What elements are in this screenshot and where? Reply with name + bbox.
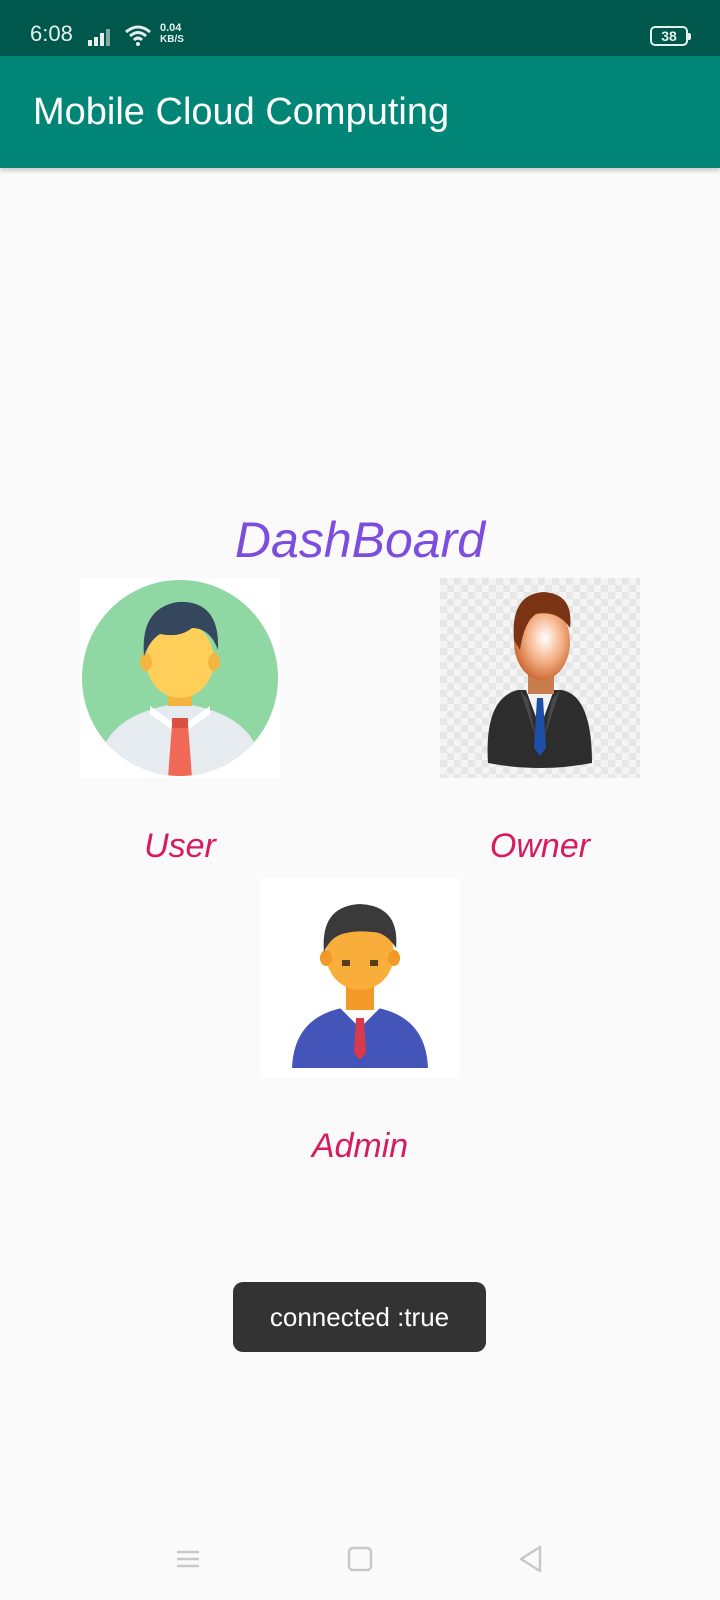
app-bar: Mobile Cloud Computing	[0, 56, 720, 168]
network-speed-value: 0.04	[160, 22, 182, 34]
app-title: Mobile Cloud Computing	[33, 91, 450, 133]
user-label[interactable]: User	[80, 826, 280, 866]
owner-avatar-icon[interactable]	[440, 578, 640, 778]
status-time: 6:08	[30, 21, 73, 46]
status-bar: 6:08 0.04 KB/S 38	[0, 0, 720, 56]
owner-label[interactable]: Owner	[440, 826, 640, 866]
signal-icon	[88, 29, 110, 46]
admin-label[interactable]: Admin	[260, 1126, 460, 1166]
dashboard-title: DashBoard	[234, 512, 486, 568]
navigation-bar	[0, 1518, 720, 1600]
home-icon[interactable]	[343, 1542, 377, 1576]
wifi-icon	[125, 25, 151, 46]
battery-level: 38	[661, 28, 677, 44]
admin-avatar-icon[interactable]	[260, 878, 460, 1078]
network-speed-unit: KB/S	[160, 34, 184, 45]
user-avatar-icon[interactable]	[80, 578, 280, 778]
battery-icon: 38	[650, 26, 691, 46]
menu-icon[interactable]	[171, 1542, 205, 1576]
back-icon[interactable]	[514, 1542, 548, 1576]
network-speed: 0.04 KB/S	[160, 22, 184, 46]
connection-toast: connected :true	[233, 1282, 486, 1352]
